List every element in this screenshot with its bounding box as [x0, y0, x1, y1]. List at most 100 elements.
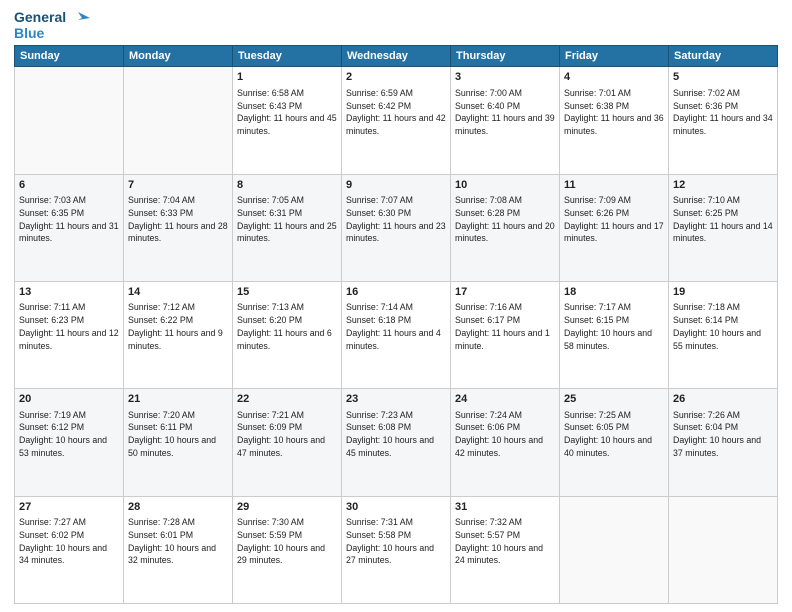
day-info: Sunrise: 7:20 AM Sunset: 6:11 PM Dayligh… [128, 409, 228, 460]
day-number: 5 [673, 70, 773, 85]
calendar-cell [669, 496, 778, 603]
day-info: Sunrise: 7:05 AM Sunset: 6:31 PM Dayligh… [237, 194, 337, 245]
day-number: 15 [237, 285, 337, 300]
day-number: 8 [237, 178, 337, 193]
calendar-cell: 9Sunrise: 7:07 AM Sunset: 6:30 PM Daylig… [342, 174, 451, 281]
calendar-cell: 24Sunrise: 7:24 AM Sunset: 6:06 PM Dayli… [451, 389, 560, 496]
calendar-week: 6Sunrise: 7:03 AM Sunset: 6:35 PM Daylig… [15, 174, 778, 281]
calendar-cell: 21 Sunrise: 7:20 AM Sunset: 6:11 PM Dayli… [124, 389, 233, 496]
day-number: 4 [564, 70, 664, 85]
day-info: Sunrise: 7:19 AM Sunset: 6:12 PM Dayligh… [19, 409, 119, 460]
day-number: 2 [346, 70, 446, 85]
calendar-cell: 31Sunrise: 7:32 AM Sunset: 5:57 PM Dayli… [451, 496, 560, 603]
calendar-cell: 11Sunrise: 7:09 AM Sunset: 6:26 PM Dayli… [560, 174, 669, 281]
calendar-week: 20 Sunrise: 7:19 AM Sunset: 6:12 PM Dayli… [15, 389, 778, 496]
logo-bird-icon [68, 10, 90, 26]
calendar-cell: 15Sunrise: 7:13 AM Sunset: 6:20 PM Dayli… [233, 282, 342, 389]
calendar-cell: 17Sunrise: 7:16 AM Sunset: 6:17 PM Dayli… [451, 282, 560, 389]
day-info: Sunrise: 7:17 AM Sunset: 6:15 PM Dayligh… [564, 301, 664, 352]
day-number: 26 [673, 392, 773, 407]
day-number: 27 [19, 500, 119, 515]
calendar-cell: 14Sunrise: 7:12 AM Sunset: 6:22 PM Dayli… [124, 282, 233, 389]
logo-general: General [14, 10, 66, 25]
calendar-cell: 13Sunrise: 7:11 AM Sunset: 6:23 PM Dayli… [15, 282, 124, 389]
logo: General Blue [14, 10, 90, 41]
day-info: Sunrise: 7:10 AM Sunset: 6:25 PM Dayligh… [673, 194, 773, 245]
calendar-cell: 22 Sunrise: 7:21 AM Sunset: 6:09 PM Dayli… [233, 389, 342, 496]
day-number: 21 [128, 392, 228, 407]
day-info: Sunrise: 7:27 AM Sunset: 6:02 PM Dayligh… [19, 516, 119, 567]
calendar-cell: 12Sunrise: 7:10 AM Sunset: 6:25 PM Dayli… [669, 174, 778, 281]
day-number: 17 [455, 285, 555, 300]
logo-blue: Blue [14, 26, 44, 41]
day-number: 25 [564, 392, 664, 407]
calendar-cell: 7Sunrise: 7:04 AM Sunset: 6:33 PM Daylig… [124, 174, 233, 281]
day-number: 14 [128, 285, 228, 300]
day-info: Sunrise: 7:12 AM Sunset: 6:22 PM Dayligh… [128, 301, 228, 352]
day-number: 12 [673, 178, 773, 193]
calendar-week: 1 Sunrise: 6:58 AM Sunset: 6:43 PM Daylig… [15, 67, 778, 174]
day-info: Sunrise: 7:16 AM Sunset: 6:17 PM Dayligh… [455, 301, 555, 352]
day-info: Sunrise: 7:08 AM Sunset: 6:28 PM Dayligh… [455, 194, 555, 245]
day-number: 19 [673, 285, 773, 300]
day-info: Sunrise: 7:03 AM Sunset: 6:35 PM Dayligh… [19, 194, 119, 245]
calendar-cell: 2 Sunrise: 6:59 AM Sunset: 6:42 PM Daylig… [342, 67, 451, 174]
day-info: Sunrise: 7:24 AM Sunset: 6:06 PM Dayligh… [455, 409, 555, 460]
calendar-cell [560, 496, 669, 603]
calendar-cell: 16Sunrise: 7:14 AM Sunset: 6:18 PM Dayli… [342, 282, 451, 389]
day-of-week-header: Friday [560, 46, 669, 67]
day-info: Sunrise: 7:13 AM Sunset: 6:20 PM Dayligh… [237, 301, 337, 352]
calendar-cell: 28Sunrise: 7:28 AM Sunset: 6:01 PM Dayli… [124, 496, 233, 603]
calendar-cell: 1 Sunrise: 6:58 AM Sunset: 6:43 PM Daylig… [233, 67, 342, 174]
calendar-cell: 6Sunrise: 7:03 AM Sunset: 6:35 PM Daylig… [15, 174, 124, 281]
day-info: Sunrise: 6:59 AM Sunset: 6:42 PM Dayligh… [346, 87, 446, 138]
day-info: Sunrise: 7:07 AM Sunset: 6:30 PM Dayligh… [346, 194, 446, 245]
day-info: Sunrise: 7:30 AM Sunset: 5:59 PM Dayligh… [237, 516, 337, 567]
day-info: Sunrise: 7:11 AM Sunset: 6:23 PM Dayligh… [19, 301, 119, 352]
day-number: 16 [346, 285, 446, 300]
day-of-week-header: Tuesday [233, 46, 342, 67]
day-info: Sunrise: 7:31 AM Sunset: 5:58 PM Dayligh… [346, 516, 446, 567]
calendar-cell: 30Sunrise: 7:31 AM Sunset: 5:58 PM Dayli… [342, 496, 451, 603]
day-info: Sunrise: 7:04 AM Sunset: 6:33 PM Dayligh… [128, 194, 228, 245]
day-number: 30 [346, 500, 446, 515]
calendar-cell: 10Sunrise: 7:08 AM Sunset: 6:28 PM Dayli… [451, 174, 560, 281]
day-number: 6 [19, 178, 119, 193]
day-number: 7 [128, 178, 228, 193]
day-number: 11 [564, 178, 664, 193]
calendar-cell: 25 Sunrise: 7:25 AM Sunset: 6:05 PM Dayli… [560, 389, 669, 496]
calendar-cell: 3Sunrise: 7:00 AM Sunset: 6:40 PM Daylig… [451, 67, 560, 174]
day-info: Sunrise: 7:28 AM Sunset: 6:01 PM Dayligh… [128, 516, 228, 567]
calendar-cell: 4 Sunrise: 7:01 AM Sunset: 6:38 PM Daylig… [560, 67, 669, 174]
calendar: SundayMondayTuesdayWednesdayThursdayFrid… [14, 45, 778, 604]
day-info: Sunrise: 7:14 AM Sunset: 6:18 PM Dayligh… [346, 301, 446, 352]
calendar-cell [124, 67, 233, 174]
day-number: 23 [346, 392, 446, 407]
day-info: Sunrise: 7:21 AM Sunset: 6:09 PM Dayligh… [237, 409, 337, 460]
calendar-cell: 20 Sunrise: 7:19 AM Sunset: 6:12 PM Dayli… [15, 389, 124, 496]
day-info: Sunrise: 7:25 AM Sunset: 6:05 PM Dayligh… [564, 409, 664, 460]
day-number: 13 [19, 285, 119, 300]
calendar-cell: 23 Sunrise: 7:23 AM Sunset: 6:08 PM Dayli… [342, 389, 451, 496]
calendar-cell [15, 67, 124, 174]
calendar-cell: 8Sunrise: 7:05 AM Sunset: 6:31 PM Daylig… [233, 174, 342, 281]
day-of-week-header: Wednesday [342, 46, 451, 67]
calendar-cell: 18Sunrise: 7:17 AM Sunset: 6:15 PM Dayli… [560, 282, 669, 389]
day-number: 22 [237, 392, 337, 407]
day-info: Sunrise: 7:18 AM Sunset: 6:14 PM Dayligh… [673, 301, 773, 352]
header: General Blue [14, 10, 778, 41]
day-number: 20 [19, 392, 119, 407]
day-number: 31 [455, 500, 555, 515]
day-info: Sunrise: 7:01 AM Sunset: 6:38 PM Dayligh… [564, 87, 664, 138]
day-info: Sunrise: 6:58 AM Sunset: 6:43 PM Dayligh… [237, 87, 337, 138]
day-of-week-header: Monday [124, 46, 233, 67]
day-number: 18 [564, 285, 664, 300]
day-info: Sunrise: 7:32 AM Sunset: 5:57 PM Dayligh… [455, 516, 555, 567]
calendar-cell: 5 Sunrise: 7:02 AM Sunset: 6:36 PM Daylig… [669, 67, 778, 174]
days-of-week-row: SundayMondayTuesdayWednesdayThursdayFrid… [15, 46, 778, 67]
day-number: 1 [237, 70, 337, 85]
day-number: 9 [346, 178, 446, 193]
day-info: Sunrise: 7:23 AM Sunset: 6:08 PM Dayligh… [346, 409, 446, 460]
day-of-week-header: Thursday [451, 46, 560, 67]
day-info: Sunrise: 7:02 AM Sunset: 6:36 PM Dayligh… [673, 87, 773, 138]
